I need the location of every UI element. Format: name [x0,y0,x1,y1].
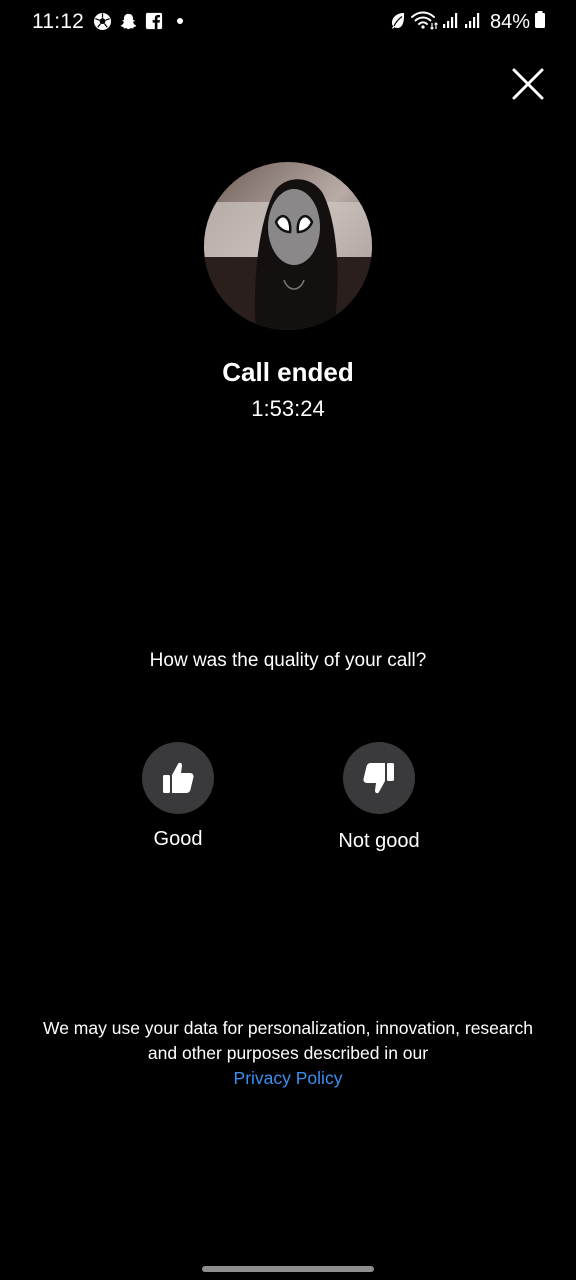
battery-percentage: 84% [489,11,530,33]
thumbs-down-icon [363,763,394,794]
soccer-ball-icon [92,11,112,31]
quality-question: How was the quality of your call? [149,650,427,671]
leaf-icon [390,11,406,34]
status-bar: 11:12 84% [0,0,576,44]
signal-icon [464,11,482,34]
not-good-label: Not good [338,830,420,852]
disclaimer-line-2: and other purposes described in our [147,1043,429,1063]
call-duration: 1:53:24 [251,396,325,421]
battery-icon [534,10,546,35]
home-indicator[interactable] [202,1266,374,1272]
good-label: Good [153,828,203,850]
facebook-icon [144,11,164,31]
call-status-title: Call ended [222,357,354,387]
privacy-policy-link[interactable]: Privacy Policy [234,1066,343,1091]
call-ended-screen: 11:12 84% Call ended 1:53:24 How was the… [0,0,576,1280]
good-rating-button[interactable] [142,742,214,814]
snapchat-ghost-icon [118,11,138,31]
dot-icon [170,11,190,31]
wifi-icon [410,10,438,35]
close-button[interactable] [508,64,548,104]
disclaimer-line-1: We may use your data for personalization… [43,1018,533,1038]
signal-icon [442,11,460,34]
privacy-disclaimer: We may use your data for personalization… [20,1016,556,1091]
status-notification-icons [92,11,190,31]
thumbs-up-icon [163,762,194,793]
status-system-icons: 84% [390,10,546,35]
close-icon [512,68,544,100]
not-good-rating-button[interactable] [343,742,415,814]
status-time: 11:12 [32,10,84,33]
caller-avatar [204,162,372,330]
